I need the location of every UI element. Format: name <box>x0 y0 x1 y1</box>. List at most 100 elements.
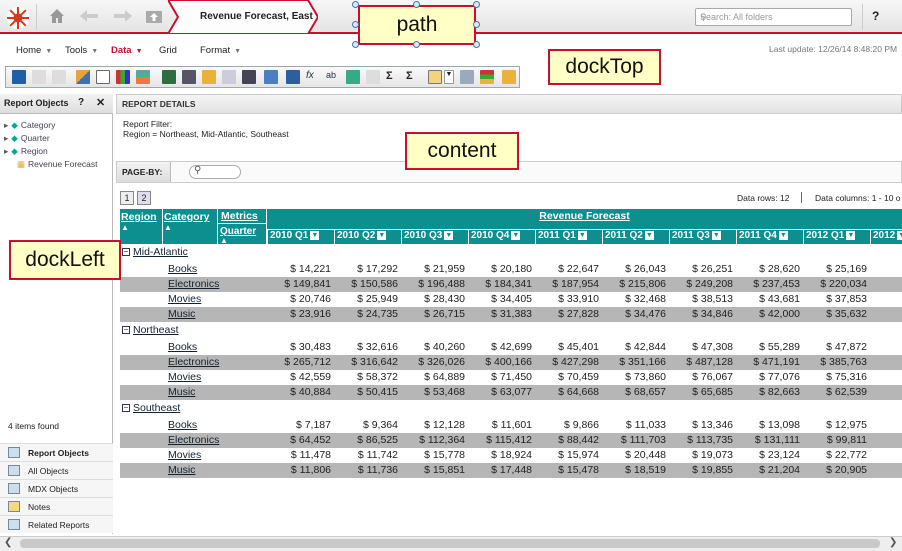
tree-item-region[interactable]: ▸ ◆ Region <box>4 146 48 157</box>
resize-handle[interactable] <box>352 41 359 48</box>
save-icon[interactable] <box>12 70 26 84</box>
bar-chart-icon[interactable] <box>116 70 130 84</box>
resize-handle[interactable] <box>473 21 480 28</box>
collapse-icon[interactable]: − <box>122 404 130 413</box>
chevron-down-icon[interactable]: ▼ <box>511 230 521 240</box>
search-icon[interactable]: ⚲ <box>700 12 847 23</box>
collapse-icon[interactable]: − <box>122 326 130 335</box>
folder-up-icon[interactable] <box>145 7 163 25</box>
help-button[interactable]: ? <box>872 9 879 23</box>
clear-filter-icon[interactable] <box>222 70 236 84</box>
page-button-1[interactable]: 1 <box>120 191 134 205</box>
chevron-down-icon[interactable]: ▼ <box>846 230 856 240</box>
resize-handle[interactable] <box>413 41 420 48</box>
quarter-header[interactable]: 2011 Q3 ▼ <box>669 229 736 244</box>
function-icon[interactable]: fx <box>306 70 320 84</box>
category-link[interactable]: Music <box>168 308 195 320</box>
quarter-header[interactable]: 2010 Q2 ▼ <box>334 229 401 244</box>
scrollbar-thumb[interactable] <box>20 539 880 548</box>
tree-item-quarter[interactable]: ▸ ◆ Quarter <box>4 133 50 144</box>
scroll-left-icon[interactable]: ❮ <box>4 537 12 548</box>
sort-up-icon[interactable]: ▲ <box>220 237 264 245</box>
chevron-down-icon[interactable]: ▼ <box>897 230 902 240</box>
undo-icon[interactable] <box>32 70 46 84</box>
chevron-down-icon[interactable]: ▼ <box>444 70 454 84</box>
chart-icon[interactable] <box>76 70 90 84</box>
forward-icon[interactable] <box>112 8 134 24</box>
nav-mdx-objects[interactable]: MDX Objects <box>0 479 113 497</box>
nav-related-reports[interactable]: Related Reports <box>0 515 113 533</box>
resize-handle[interactable] <box>352 1 359 8</box>
category-link[interactable]: Books <box>168 341 197 353</box>
category-link[interactable]: Music <box>168 464 195 476</box>
category-link[interactable]: Movies <box>168 293 201 305</box>
tree-item-category[interactable]: ▸ ◆ Category <box>4 120 55 131</box>
highlight-icon[interactable] <box>428 70 442 84</box>
tree-item-revenue-forecast[interactable]: ▦ Revenue Forecast <box>17 159 97 170</box>
rename-icon[interactable]: ab <box>326 70 340 84</box>
menu-format[interactable]: Format ▼ <box>200 45 241 56</box>
region-header[interactable]: − Southeast <box>122 402 180 414</box>
page-by-icon[interactable] <box>242 70 256 84</box>
home-icon[interactable] <box>48 7 66 25</box>
quarter-header[interactable]: 2010 Q4 ▼ <box>468 229 535 244</box>
menu-data[interactable]: Data ▼ <box>111 45 143 56</box>
collapse-icon[interactable]: − <box>122 248 130 257</box>
sort-icon[interactable] <box>182 70 196 84</box>
category-link[interactable]: Electronics <box>168 278 219 290</box>
color-band-icon[interactable] <box>480 70 494 84</box>
category-link[interactable]: Books <box>168 419 197 431</box>
menu-tools[interactable]: Tools ▼ <box>65 45 98 56</box>
pivot-icon[interactable] <box>202 70 216 84</box>
chevron-down-icon[interactable]: ▼ <box>444 230 454 240</box>
category-link[interactable]: Movies <box>168 449 201 461</box>
quarter-header[interactable]: 2011 Q2 ▼ <box>602 229 669 244</box>
resize-handle[interactable] <box>352 21 359 28</box>
sort-up-icon[interactable]: ▲ <box>121 223 161 232</box>
search-input[interactable]: Search: All folders ⚲ <box>695 8 852 26</box>
page-by-search-input[interactable]: ⚲ <box>189 165 241 179</box>
app-logo-icon[interactable] <box>6 6 30 30</box>
redo-icon[interactable] <box>52 70 66 84</box>
page-button-2[interactable]: 2 <box>137 191 151 205</box>
refresh-icon[interactable] <box>264 70 278 84</box>
sort-up-icon[interactable]: ▲ <box>164 223 216 232</box>
pin-icon[interactable] <box>502 70 516 84</box>
resize-handle[interactable] <box>413 1 420 8</box>
move-right-icon[interactable] <box>366 70 380 84</box>
category-link[interactable]: Electronics <box>168 356 219 368</box>
nav-report-objects[interactable]: Report Objects <box>0 443 113 461</box>
threshold-icon[interactable] <box>460 70 474 84</box>
subtotal-icon[interactable]: Σ <box>406 70 420 84</box>
nav-notes[interactable]: Notes <box>0 497 113 515</box>
close-icon[interactable]: ✕ <box>96 96 105 109</box>
category-link[interactable]: Movies <box>168 371 201 383</box>
chevron-down-icon[interactable]: ▼ <box>377 230 387 240</box>
view-icon[interactable] <box>286 70 300 84</box>
menu-home[interactable]: Home ▼ <box>16 45 52 56</box>
quarter-header[interactable]: 2011 Q4 ▼ <box>736 229 803 244</box>
back-icon[interactable] <box>78 8 100 24</box>
header-region[interactable]: Region ▲ <box>120 209 163 244</box>
chevron-down-icon[interactable]: ▼ <box>644 230 654 240</box>
header-category[interactable]: Category ▲ <box>163 209 218 244</box>
graph-grid-icon[interactable] <box>136 70 150 84</box>
filter-icon[interactable] <box>162 70 176 84</box>
scroll-right-icon[interactable]: ❯ <box>889 537 897 548</box>
menu-grid[interactable]: Grid <box>159 45 177 56</box>
quarter-header[interactable]: 2010 Q1 ▼ <box>267 229 334 244</box>
header-metrics-quarter[interactable]: Metrics Quarter ▲ <box>218 209 267 245</box>
chevron-down-icon[interactable]: ▼ <box>310 230 320 240</box>
help-icon[interactable]: ? <box>78 97 84 108</box>
category-link[interactable]: Music <box>168 386 195 398</box>
quarter-header[interactable]: 2012▼ <box>870 229 902 244</box>
region-header[interactable]: − Northeast <box>122 324 179 336</box>
quarter-header[interactable]: 2010 Q3 ▼ <box>401 229 468 244</box>
category-link[interactable]: Books <box>168 263 197 275</box>
category-link[interactable]: Electronics <box>168 434 219 446</box>
sum-icon[interactable]: Σ <box>386 70 400 84</box>
resize-handle[interactable] <box>473 1 480 8</box>
quarter-header[interactable]: 2012 Q1 ▼ <box>803 229 870 244</box>
nav-all-objects[interactable]: All Objects <box>0 461 113 479</box>
chevron-down-icon[interactable]: ▼ <box>577 230 587 240</box>
